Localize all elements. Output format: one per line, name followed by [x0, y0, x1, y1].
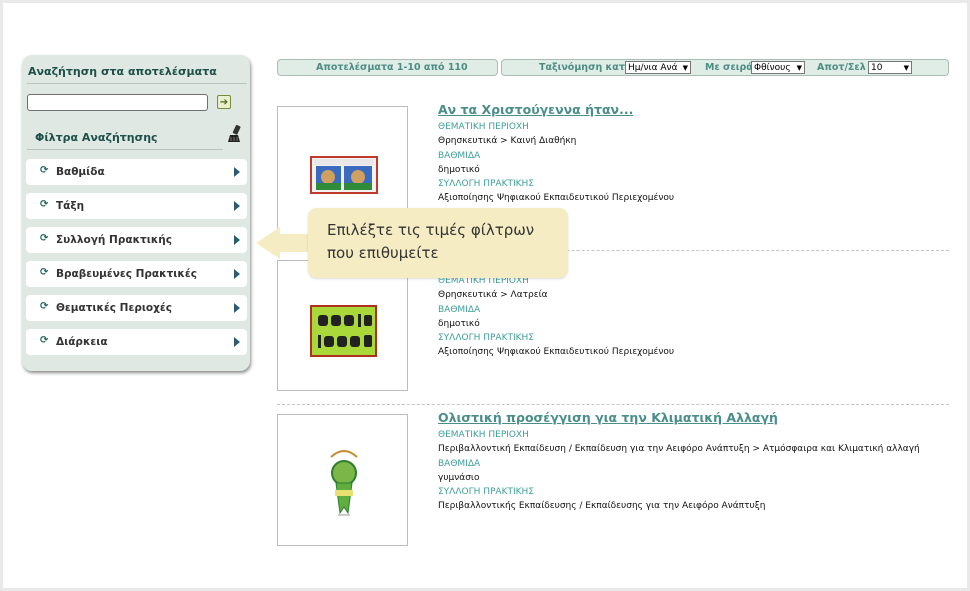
refresh-icon: ⟳: [40, 199, 49, 210]
result-item: ΘΕΜΑΤΙΚΗ ΠΕΡΙΟΧΗ Θρησκευτικά > Λατρεία Β…: [277, 260, 949, 391]
callout-arrow: [256, 227, 280, 259]
level-label: ΒΑΘΜΙΔΑ: [438, 459, 481, 469]
order-value: Φθίνους: [754, 63, 791, 73]
search-in-results-title: Αναζήτηση στα αποτελέσματα: [28, 65, 217, 78]
chevron-right-icon: [234, 201, 240, 211]
filter-label: Τάξη: [56, 200, 85, 212]
chevron-right-icon: [234, 303, 240, 313]
filter-awarded-practices[interactable]: ⟳ Βραβευμένες Πρακτικές: [26, 261, 247, 287]
level-value: δημοτικό: [438, 165, 480, 175]
collection-label: ΣΥΛΛΟΓΗ ΠΡΑΚΤΙΚΗΣ: [438, 333, 534, 343]
level-value: γυμνάσιο: [438, 473, 480, 483]
chevron-right-icon: [234, 269, 240, 279]
collection-value: Αξιοποίησης Ψηφιακού Εκπαιδευτικού Περιε…: [438, 347, 675, 357]
filter-label: Συλλογή Πρακτικής: [56, 234, 172, 246]
per-page-label: Αποτ/Σελ: [817, 62, 866, 73]
thematic-area-value: Περιβαλλοντική Εκπαίδευση / Εκπαίδευση γ…: [438, 444, 920, 454]
result-item: Ολιστική προσέγγιση για την Κλιματική Αλ…: [277, 410, 949, 546]
level-label: ΒΑΘΜΙΔΑ: [438, 305, 481, 315]
refresh-icon: ⟳: [40, 165, 49, 176]
result-title-link[interactable]: Ολιστική προσέγγιση για την Κλιματική Αλ…: [438, 410, 778, 425]
filter-class[interactable]: ⟳ Τάξη: [26, 193, 247, 219]
filter-label: Βραβευμένες Πρακτικές: [56, 268, 197, 280]
collection-label: ΣΥΛΛΟΓΗ ΠΡΑΚΤΙΚΗΣ: [438, 179, 534, 189]
chevron-right-icon: [234, 167, 240, 177]
search-input[interactable]: [27, 94, 208, 111]
result-divider: [277, 404, 949, 405]
filter-level[interactable]: ⟳ Βαθμίδα: [26, 159, 247, 185]
results-count-bar: Αποτελέσματα 1-10 από 110: [277, 59, 498, 76]
result-thumbnail[interactable]: [277, 260, 408, 391]
sort-label: Ταξινόμηση κατά: [539, 62, 632, 73]
filter-practice-collection[interactable]: ⟳ Συλλογή Πρακτικής: [26, 227, 247, 253]
caret-down-icon: ▼: [903, 64, 909, 72]
callout-arrow-stem: [278, 234, 310, 252]
per-page-select[interactable]: 10 ▼: [868, 61, 912, 74]
caret-down-icon: ▼: [682, 64, 688, 72]
collection-label: ΣΥΛΛΟΓΗ ΠΡΑΚΤΙΚΗΣ: [438, 487, 534, 497]
sort-bar: Ταξινόμηση κατά Ημ/νια Ανά ▼ Με σειρά Φθί…: [501, 59, 949, 76]
collection-value: Αξιοποίησης Ψηφιακού Εκπαιδευτικού Περιε…: [438, 193, 675, 203]
refresh-icon: ⟳: [40, 233, 49, 244]
filter-label: Διάρκεια: [56, 336, 108, 348]
worship-thumbnail-image: [310, 305, 377, 357]
filter-label: Θεματικές Περιοχές: [56, 302, 172, 314]
thematic-area-label: ΘΕΜΑΤΙΚΗ ΠΕΡΙΟΧΗ: [438, 430, 529, 440]
climate-thumbnail-image: [330, 450, 358, 516]
arrow-right-box-icon[interactable]: ➔: [217, 95, 231, 109]
filter-thematic-areas[interactable]: ⟳ Θεματικές Περιοχές: [26, 295, 247, 321]
collection-value: Περιβαλλοντικής Εκπαίδευσης / Εκπαίδευση…: [438, 501, 766, 511]
divider: [27, 149, 223, 150]
sort-select[interactable]: Ημ/νια Ανά ▼: [625, 61, 691, 74]
result-thumbnail[interactable]: [277, 414, 408, 546]
caret-down-icon: ▼: [796, 64, 802, 72]
divider: [27, 83, 247, 84]
refresh-icon: ⟳: [40, 267, 49, 278]
chevron-right-icon: [234, 337, 240, 347]
search-sidebar: Αναζήτηση στα αποτελέσματα ➔ Φίλτρα Αναζ…: [22, 55, 250, 371]
thematic-area-value: Θρησκευτικά > Λατρεία: [438, 290, 548, 300]
per-page-value: 10: [871, 63, 883, 73]
search-filters-title: Φίλτρα Αναζήτησης: [35, 131, 158, 144]
filter-duration[interactable]: ⟳ Διάρκεια: [26, 329, 247, 355]
refresh-icon: ⟳: [40, 301, 49, 312]
chevron-right-icon: [234, 235, 240, 245]
callout-text: Επιλέξτε τις τιμές φίλτρων που επιθυμείτ…: [327, 221, 535, 262]
result-title-link[interactable]: Αν τα Χριστούγεννα ήταν...: [438, 102, 633, 117]
level-value: δημοτικό: [438, 319, 480, 329]
order-label: Με σειρά: [705, 62, 753, 73]
level-label: ΒΑΘΜΙΔΑ: [438, 151, 481, 161]
tutorial-callout: Επιλέξτε τις τιμές φίλτρων που επιθυμείτ…: [308, 208, 568, 278]
thematic-area-label: ΘΕΜΑΤΙΚΗ ΠΕΡΙΟΧΗ: [438, 122, 529, 132]
refresh-icon: ⟳: [40, 335, 49, 346]
order-select[interactable]: Φθίνους ▼: [751, 61, 805, 74]
filter-label: Βαθμίδα: [56, 166, 105, 178]
brush-icon[interactable]: [228, 124, 242, 143]
sort-value: Ημ/νια Ανά: [628, 63, 678, 73]
thematic-area-value: Θρησκευτικά > Καινή Διαθήκη: [438, 136, 577, 146]
results-count: Αποτελέσματα 1-10 από 110: [316, 62, 468, 73]
